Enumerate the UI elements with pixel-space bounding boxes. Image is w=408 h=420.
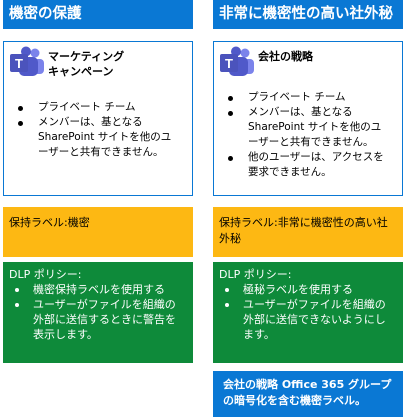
retention-label-box: 保持ラベル:非常に機密性の高い社外秘 (213, 207, 403, 257)
svg-text:T: T (15, 56, 23, 71)
column-header: 非常に機密性の高い社外秘 (213, 0, 403, 29)
encryption-label-box: 会社の戦略 Office 365 グループの暗号化を含む機密ラベル。 (213, 371, 403, 417)
team-card: T マーケティング キャンペーン プライベート チーム メンバーは、基となる S… (3, 41, 193, 196)
list-item: 機密保持ラベルを使用する (15, 282, 183, 297)
list-item: メンバーは、基となる SharePoint サイトを他のユーザーと共有できません… (18, 115, 178, 160)
dlp-title: DLP ポリシー: (9, 268, 82, 281)
list-item: メンバーは、基となる SharePoint サイトを他のユーザーと共有できません… (228, 105, 388, 150)
list-item: 極秘ラベルを使用する (225, 282, 393, 297)
list-item: プライベート チーム (18, 100, 178, 115)
retention-label-box: 保持ラベル:機密 (3, 207, 193, 257)
list-item: ユーザーがファイルを組織の外部に送信できないようにします。 (225, 297, 393, 342)
team-settings-list: プライベート チーム メンバーは、基となる SharePoint サイトを他のユ… (214, 90, 388, 180)
team-name: 会社の戦略 (258, 50, 313, 63)
retention-label-text: 保持ラベル:非常に機密性の高い社外秘 (219, 216, 388, 245)
list-item: ユーザーがファイルを組織の外部に送信するときに警告を表示します。 (15, 297, 183, 342)
list-item: プライベート チーム (228, 90, 388, 105)
dlp-policy-box: DLP ポリシー: 極秘ラベルを使用する ユーザーがファイルを組織の外部に送信で… (213, 262, 403, 363)
encryption-label-text: 会社の戦略 Office 365 グループの暗号化を含む機密ラベル。 (223, 378, 392, 407)
dlp-title: DLP ポリシー: (219, 268, 292, 281)
list-item: 他のユーザーは、アクセスを要求できません。 (228, 150, 388, 180)
microsoft-teams-icon: T (218, 46, 256, 82)
team-settings-list: プライベート チーム メンバーは、基となる SharePoint サイトを他のユ… (4, 100, 178, 160)
team-name: マーケティング キャンペーン (48, 50, 125, 78)
column-highly-confidential: 非常に機密性の高い社外秘 T 会社の戦略 プライベート チーム メンバーは、基と… (213, 0, 403, 417)
dlp-list: 極秘ラベルを使用する ユーザーがファイルを組織の外部に送信できないようにします。 (213, 282, 393, 342)
microsoft-teams-icon: T (8, 46, 46, 82)
column-header: 機密の保護 (3, 0, 193, 29)
column-confidential: 機密の保護 T マーケティング キャンペーン プライベート チーム メンバーは、… (3, 0, 193, 363)
svg-text:T: T (225, 56, 233, 71)
retention-label-text: 保持ラベル:機密 (9, 216, 90, 229)
dlp-policy-box: DLP ポリシー: 機密保持ラベルを使用する ユーザーがファイルを組織の外部に送… (3, 262, 193, 363)
team-card: T 会社の戦略 プライベート チーム メンバーは、基となる SharePoint… (213, 41, 403, 196)
dlp-list: 機密保持ラベルを使用する ユーザーがファイルを組織の外部に送信するときに警告を表… (3, 282, 183, 342)
